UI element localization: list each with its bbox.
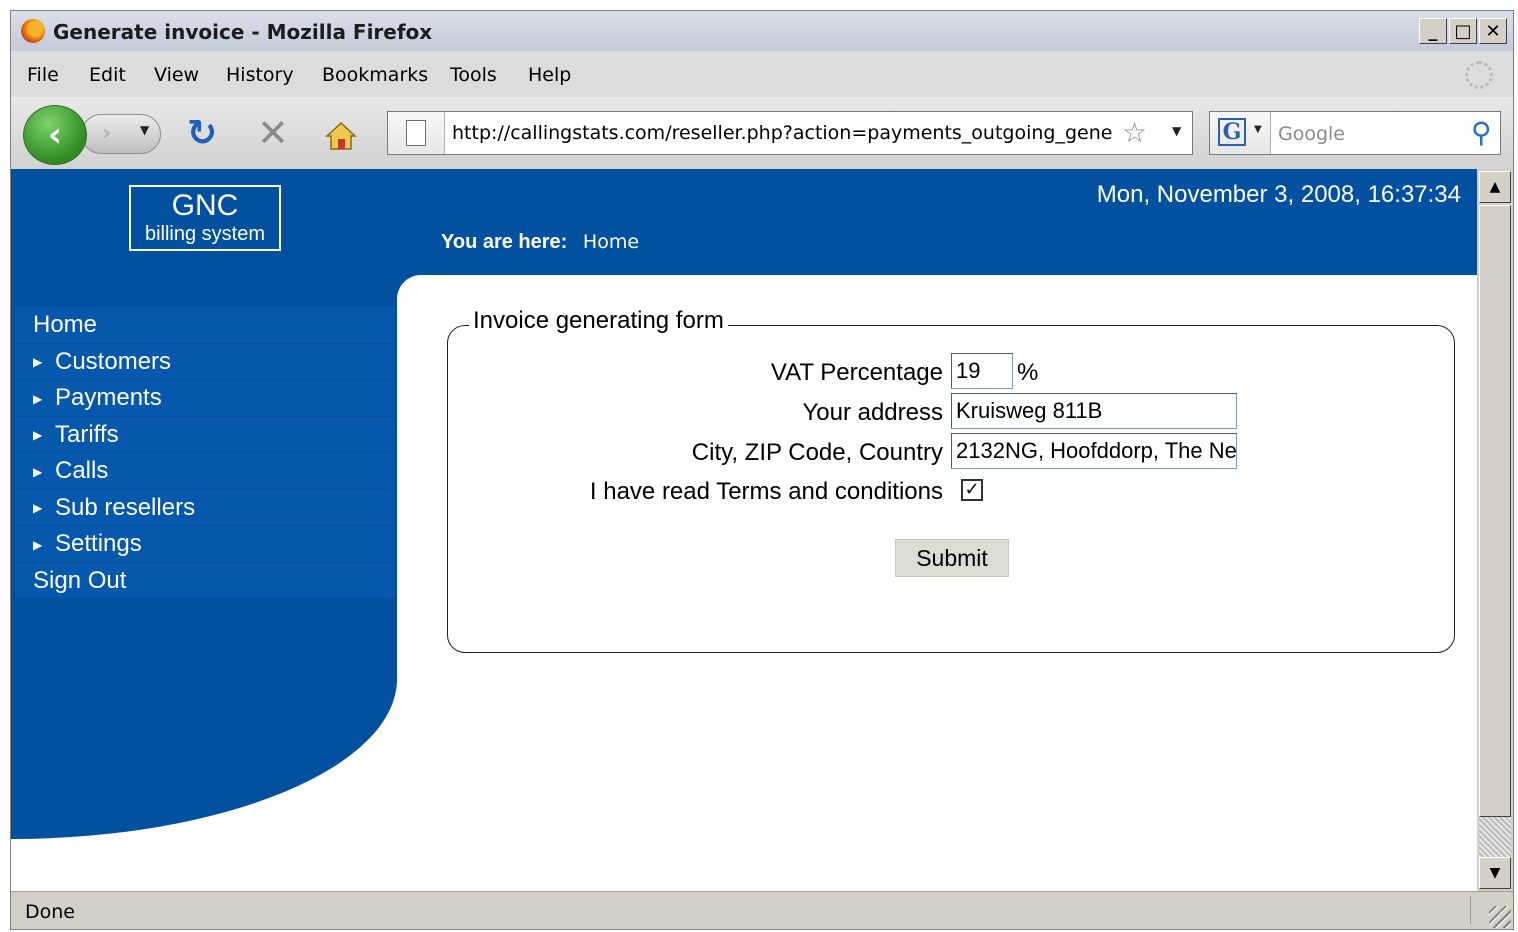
- sidebar-item-sub-resellers[interactable]: ▶ Sub resellers: [15, 489, 395, 526]
- search-icon[interactable]: ⚲: [1471, 116, 1492, 149]
- url-text[interactable]: http://callingstats.com/reseller.php?act…: [452, 122, 1112, 144]
- bookmark-star-icon[interactable]: ☆: [1122, 116, 1147, 149]
- checkmark-icon: ✓: [964, 479, 980, 500]
- logo-subtitle: billing system: [144, 223, 266, 245]
- sidebar-item-label: Sign Out: [33, 566, 127, 594]
- back-button[interactable]: ‹: [23, 105, 87, 165]
- menu-edit[interactable]: Edit: [89, 64, 126, 86]
- menu-view[interactable]: View: [154, 64, 199, 86]
- scroll-thumb[interactable]: [1479, 205, 1511, 817]
- window-title: Generate invoice - Mozilla Firefox: [53, 20, 433, 44]
- scroll-track[interactable]: [1479, 817, 1511, 857]
- breadcrumb: You are here: Home: [441, 231, 639, 254]
- resize-grip-icon[interactable]: [1489, 906, 1511, 928]
- site-logo[interactable]: GNC billing system: [129, 185, 281, 251]
- sidebar-item-calls[interactable]: ▶ Calls: [15, 453, 395, 490]
- close-button[interactable]: ✕: [1479, 18, 1507, 44]
- terms-checkbox[interactable]: ✓: [961, 479, 983, 501]
- menu-history[interactable]: History: [226, 64, 294, 86]
- sidebar-item-settings[interactable]: ▶ Settings: [15, 526, 395, 563]
- vat-unit: %: [1017, 359, 1039, 386]
- breadcrumb-home[interactable]: Home: [583, 231, 639, 253]
- expand-arrow-icon: ▶: [33, 537, 43, 552]
- city-zip-country-label: City, ZIP Code, Country: [691, 439, 943, 466]
- status-text: Done: [25, 901, 75, 923]
- url-dropdown-icon[interactable]: ▼: [1172, 124, 1181, 138]
- back-arrow-icon: ‹: [47, 115, 62, 155]
- engine-dropdown-icon: ▼: [1254, 124, 1262, 135]
- current-datetime: Mon, November 3, 2008, 16:37:34: [1096, 181, 1461, 208]
- sidebar-item-label: Calls: [55, 457, 109, 484]
- expand-arrow-icon: ▶: [33, 355, 43, 370]
- address-bar[interactable]: http://callingstats.com/reseller.php?act…: [387, 111, 1193, 155]
- sidebar-item-home[interactable]: Home: [15, 307, 395, 344]
- arrow-down-icon: ▼: [1489, 865, 1501, 881]
- status-bar: Done: [11, 891, 1513, 929]
- google-icon: G: [1218, 118, 1246, 146]
- address-label: Your address: [802, 399, 943, 426]
- arrow-up-icon: ▲: [1489, 179, 1501, 195]
- vat-label: VAT Percentage: [770, 359, 943, 386]
- logo-title: GNC: [171, 189, 239, 222]
- maximize-button[interactable]: □: [1449, 18, 1477, 44]
- sidebar-item-tariffs[interactable]: ▶ Tariffs: [15, 416, 395, 453]
- scroll-up-button[interactable]: ▲: [1479, 171, 1511, 203]
- expand-arrow-icon: ▶: [33, 428, 43, 443]
- page-icon: [388, 112, 445, 154]
- search-engine-selector[interactable]: G ▼: [1210, 112, 1271, 154]
- menu-help[interactable]: Help: [528, 64, 571, 86]
- menu-tools[interactable]: Tools: [450, 64, 497, 86]
- vat-input[interactable]: 19: [951, 353, 1013, 389]
- sidebar-item-label: Sub resellers: [55, 493, 196, 521]
- submit-button[interactable]: Submit: [895, 539, 1009, 577]
- sidebar-item-customers[interactable]: ▶ Customers: [15, 343, 395, 380]
- scroll-down-button[interactable]: ▼: [1479, 857, 1511, 889]
- vertical-scrollbar[interactable]: ▲ ▼: [1477, 169, 1513, 891]
- window-controls: _ □ ✕: [1419, 18, 1507, 44]
- stop-icon[interactable]: ✕: [257, 111, 289, 155]
- reload-icon[interactable]: ↻: [187, 113, 217, 154]
- sidebar-item-label: Home: [33, 311, 98, 338]
- menu-bar: File Edit View History Bookmarks Tools H…: [11, 51, 1513, 98]
- search-bar[interactable]: G ▼ Google ⚲: [1209, 111, 1501, 155]
- sidebar-item-label: Tariffs: [55, 420, 119, 448]
- forward-button[interactable]: › ▼: [81, 114, 161, 154]
- minimize-button[interactable]: _: [1419, 18, 1447, 44]
- firefox-icon: [21, 19, 45, 43]
- terms-label: I have read Terms and conditions: [589, 478, 943, 505]
- address-input[interactable]: Kruisweg 811B: [951, 393, 1237, 429]
- menu-bookmarks[interactable]: Bookmarks: [322, 64, 428, 86]
- menu-file[interactable]: File: [27, 64, 59, 86]
- home-icon[interactable]: [325, 121, 357, 151]
- form-legend: Invoice generating form: [469, 307, 728, 335]
- sidebar-item-label: Settings: [55, 530, 142, 557]
- sidebar-item-payments[interactable]: ▶ Payments: [15, 380, 395, 417]
- throbber-icon: [1465, 61, 1493, 89]
- city-zip-country-input[interactable]: 2132NG, Hoofddorp, The Netherlands: [951, 433, 1237, 469]
- status-separator: [1470, 896, 1471, 924]
- sidebar-item-label: Customers: [55, 347, 172, 375]
- title-bar: Generate invoice - Mozilla Firefox _ □ ✕: [11, 11, 1513, 51]
- browser-window: Generate invoice - Mozilla Firefox _ □ ✕…: [10, 10, 1514, 930]
- sidebar-menu: Home ▶ Customers ▶ Payments ▶ Tariffs ▶ Call…: [15, 307, 395, 599]
- page-content: GNC billing system Mon, November 3, 2008…: [11, 169, 1477, 891]
- history-dropdown-icon[interactable]: ▼: [140, 123, 149, 137]
- sidebar-item-sign-out[interactable]: Sign Out: [15, 562, 395, 599]
- expand-arrow-icon: ▶: [33, 501, 43, 516]
- search-input[interactable]: Google: [1278, 123, 1345, 145]
- navigation-toolbar: › ▼ ‹ ↻ ✕ http://callingstats.com/resell…: [11, 97, 1513, 170]
- forward-arrow-icon: ›: [102, 121, 112, 146]
- expand-arrow-icon: ▶: [33, 464, 43, 479]
- breadcrumb-label: You are here:: [441, 231, 568, 253]
- expand-arrow-icon: ▶: [33, 391, 43, 406]
- sidebar-item-label: Payments: [55, 384, 162, 411]
